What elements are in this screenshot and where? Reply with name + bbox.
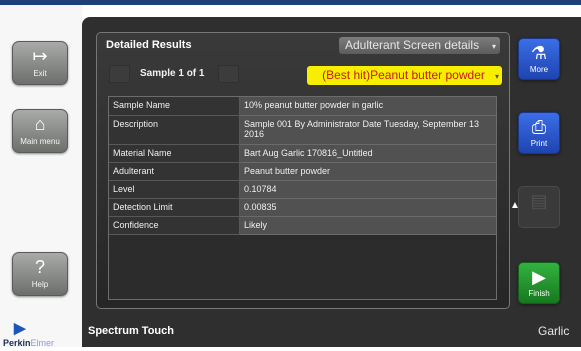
table-row: Sample Name 10% peanut butter powder in …	[109, 97, 496, 116]
perkinelmer-logo: ▶ PerkinElmer	[3, 317, 83, 351]
row-key: Detection Limit	[109, 199, 240, 217]
play-arrow-icon: ▶	[532, 267, 546, 287]
app-name: Spectrum Touch	[88, 325, 174, 337]
table-row: Confidence Likely	[109, 217, 496, 235]
table-row: Adulterant Peanut butter powder	[109, 163, 496, 181]
row-value: Likely	[240, 217, 496, 235]
table-row: Level 0.10784	[109, 181, 496, 199]
logo-mark-icon: ▶	[14, 320, 26, 337]
table-row: Detection Limit 0.00835	[109, 199, 496, 217]
mode-dropdown-value: Adulterant Screen details	[345, 38, 480, 52]
exit-button[interactable]: ↦ Exit	[12, 41, 68, 85]
next-sample-button[interactable]	[218, 65, 239, 83]
results-panel: Detailed Results Adulterant Screen detai…	[96, 32, 510, 309]
more-button[interactable]: ⚗ More	[518, 38, 560, 80]
table-row: Description Sample 001 By Administrator …	[109, 116, 496, 145]
results-title: Detailed Results	[106, 39, 192, 51]
chevron-down-icon: ▾	[491, 42, 496, 51]
row-value: 0.00835	[240, 199, 496, 217]
print-label: Print	[530, 139, 548, 148]
top-strip	[0, 0, 581, 5]
row-key: Level	[109, 181, 240, 199]
best-hit-dropdown[interactable]: (Best hit)Peanut butter powder ▾	[307, 66, 502, 85]
table-row: Material Name Bart Aug Garlic 170816_Unt…	[109, 145, 496, 163]
row-key: Material Name	[109, 145, 240, 163]
row-key: Description	[109, 116, 240, 145]
exit-label: Exit	[33, 69, 47, 78]
row-value: Sample 001 By Administrator Date Tuesday…	[240, 116, 496, 145]
mode-dropdown[interactable]: Adulterant Screen details ▾	[339, 37, 500, 54]
best-hit-value: (Best hit)Peanut butter powder	[322, 68, 485, 82]
home-icon: ⌂	[34, 114, 46, 134]
row-key: Confidence	[109, 217, 240, 235]
question-icon: ?	[34, 257, 45, 277]
chevron-down-icon: ▾	[494, 72, 499, 81]
row-value: 10% peanut butter powder in garlic	[240, 97, 496, 116]
disabled-action-button: ▤	[518, 186, 560, 228]
row-value: Bart Aug Garlic 170816_Untitled	[240, 145, 496, 163]
print-button[interactable]: ⎙ Print	[518, 112, 560, 154]
exit-door-icon: ↦	[32, 46, 48, 66]
previous-sample-button[interactable]	[109, 65, 130, 83]
material-label: Garlic	[538, 324, 570, 338]
main-menu-button[interactable]: ⌂ Main menu	[12, 109, 68, 153]
row-key: Adulterant	[109, 163, 240, 181]
more-label: More	[529, 65, 549, 74]
row-value: 0.10784	[240, 181, 496, 199]
left-panel: ↦ Exit ⌂ Main menu ? Help ▶ PerkinElmer	[0, 5, 82, 348]
row-value: Peanut butter powder	[240, 163, 496, 181]
finish-button[interactable]: ▶ Finish	[518, 262, 560, 304]
sample-counter: Sample 1 of 1	[140, 68, 205, 79]
flask-icon: ⚗	[530, 43, 548, 63]
mouse-cursor-icon: ▲	[510, 200, 520, 211]
help-button[interactable]: ? Help	[12, 252, 68, 296]
help-label: Help	[31, 280, 49, 289]
printer-icon: ⎙	[531, 117, 547, 137]
document-icon: ▤	[530, 191, 548, 211]
row-key: Sample Name	[109, 97, 240, 116]
details-table: Sample Name 10% peanut butter powder in …	[108, 96, 497, 300]
main-menu-label: Main menu	[20, 137, 60, 146]
finish-label: Finish	[528, 289, 550, 298]
